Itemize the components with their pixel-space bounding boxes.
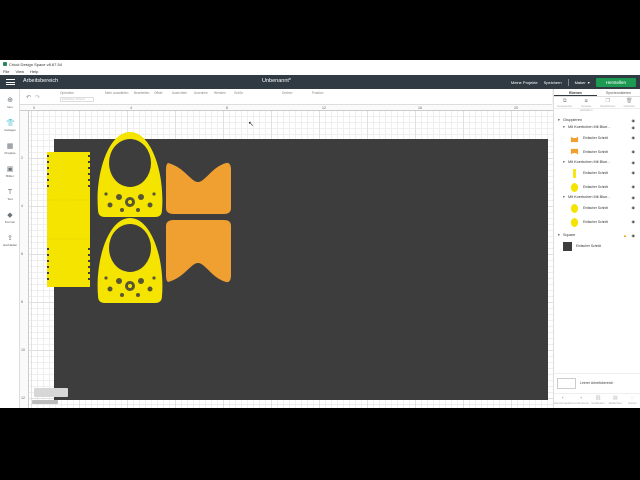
layer-name: Einfacher Schnitt bbox=[576, 244, 601, 248]
handle-shape-bottom[interactable] bbox=[166, 220, 231, 283]
eye-icon[interactable]: ◉ bbox=[632, 117, 636, 124]
layer-actions: ⧉ Gruppieren ⧈ Gruppe aufheben ❐ Dupliziere… bbox=[554, 97, 640, 112]
panel-tabs: Ebenen Synchronisieren bbox=[554, 89, 640, 97]
basket-shape-top[interactable] bbox=[97, 132, 163, 217]
blank-canvas-label: Leerer Arbeitsbereich bbox=[580, 381, 614, 385]
action-label: Verbinden bbox=[591, 401, 605, 405]
attach-button[interactable]: ⛓ Verbinden bbox=[589, 394, 606, 408]
layer-group-row[interactable]: ▾ Mit Koerbchen Mit Blue... ◉ bbox=[554, 159, 640, 166]
action-label: Duplizieren bbox=[600, 104, 616, 108]
horizontal-scrollbar[interactable] bbox=[32, 400, 58, 404]
layer-group-row[interactable]: ▾ Square ▲ ◉ bbox=[554, 232, 640, 239]
eye-icon[interactable]: ◉ bbox=[632, 232, 636, 239]
group-button[interactable]: ⧉ Gruppieren bbox=[554, 97, 576, 108]
layer-thumbnail bbox=[563, 242, 572, 251]
layer-name: Einfacher Schnitt bbox=[583, 136, 608, 140]
layer-thumbnail bbox=[570, 148, 579, 155]
blank-canvas-swatch[interactable] bbox=[557, 378, 576, 389]
tab-layers[interactable]: Ebenen bbox=[554, 89, 597, 96]
design-objects bbox=[47, 132, 231, 303]
layer-thumbnail bbox=[570, 218, 579, 227]
layer-item[interactable]: Einfacher Schnitt ◉ bbox=[554, 145, 640, 159]
layer-list: ▾ Gruppieren ◉ ▾ Mit Koerbchen Mit Blue.… bbox=[554, 117, 640, 253]
combine-button[interactable]: ◑ Kombinieren bbox=[572, 394, 589, 408]
layer-thumbnail bbox=[570, 204, 579, 213]
warning-icon: ▲ bbox=[623, 233, 627, 238]
eye-icon[interactable]: ◉ bbox=[632, 159, 636, 166]
layers-panel: Ebenen Synchronisieren ⧉ Gruppieren ⧈ Grup… bbox=[553, 89, 640, 408]
layer-group-row[interactable]: ▾ Mit Koerbchen Mit Blue... ◉ bbox=[554, 194, 640, 201]
slice-button[interactable]: ◐ Zerschneiden bbox=[554, 394, 572, 408]
eye-icon[interactable]: ◉ bbox=[632, 124, 636, 131]
layer-item[interactable]: Einfacher Schnitt ◉ bbox=[554, 166, 640, 180]
layer-group-row[interactable]: ▾ Gruppieren ◉ bbox=[554, 117, 640, 124]
layer-item[interactable]: Einfacher Schnitt ◉ bbox=[554, 131, 640, 145]
layer-name: Einfacher Schnitt bbox=[583, 206, 608, 210]
flatten-button[interactable]: ▤ Abflachen bbox=[607, 394, 624, 408]
tab-sync[interactable]: Synchronisieren bbox=[597, 89, 640, 96]
delete-button[interactable]: 🗑 Löschen bbox=[619, 97, 640, 108]
layer-item[interactable]: Einfacher Schnitt ◉ bbox=[554, 201, 640, 215]
mouse-cursor-icon: ↖ bbox=[248, 121, 254, 128]
eye-icon[interactable]: ◉ bbox=[632, 194, 636, 201]
action-label: Kombinieren bbox=[572, 401, 590, 405]
layer-name: Einfacher Schnitt bbox=[583, 150, 608, 154]
caret-down-icon[interactable]: ▾ bbox=[563, 124, 565, 131]
layer-thumbnail bbox=[573, 169, 576, 178]
caret-down-icon[interactable]: ▾ bbox=[558, 117, 560, 124]
layer-item[interactable]: Einfacher Schnitt bbox=[554, 239, 640, 253]
layer-name: Einfacher Schnitt bbox=[583, 171, 608, 175]
layer-item[interactable]: Einfacher Schnitt ◉ bbox=[554, 180, 640, 194]
action-label: Kontur bbox=[627, 401, 637, 405]
layer-name: Einfacher Schnitt bbox=[583, 220, 608, 224]
layer-thumbnail bbox=[570, 183, 579, 192]
bottom-actions: ◐ Zerschneiden ◑ Kombinieren ⛓ Verbinden ▤ A… bbox=[554, 393, 640, 408]
eye-icon[interactable]: ◉ bbox=[632, 180, 636, 194]
layer-name: Mit Koerbchen Mit Blue... bbox=[568, 125, 611, 129]
eye-icon[interactable]: ◉ bbox=[632, 166, 636, 180]
action-label: Löschen bbox=[623, 104, 635, 108]
ungroup-button[interactable]: ⧈ Gruppe aufheben bbox=[576, 97, 598, 112]
eye-icon[interactable]: ◉ bbox=[632, 201, 636, 215]
eye-icon[interactable]: ◉ bbox=[632, 145, 636, 159]
blank-canvas-row[interactable]: Leerer Arbeitsbereich bbox=[554, 373, 640, 391]
duplicate-button[interactable]: ❐ Duplizieren bbox=[597, 97, 619, 108]
eye-icon[interactable]: ◉ bbox=[632, 131, 636, 145]
zoom-control[interactable] bbox=[34, 388, 68, 397]
caret-down-icon[interactable]: ▾ bbox=[563, 194, 565, 201]
contour-button[interactable]: ◌ Kontur bbox=[624, 394, 640, 408]
action-label: Zerschneiden bbox=[554, 401, 573, 405]
action-label: Gruppe aufheben bbox=[579, 104, 593, 112]
handle-shape-top[interactable] bbox=[166, 162, 231, 214]
basket-band-shape[interactable] bbox=[47, 152, 90, 287]
caret-down-icon[interactable]: ▾ bbox=[558, 232, 560, 239]
basket-shape-bottom[interactable] bbox=[97, 218, 163, 303]
layer-name: Mit Koerbchen Mit Blue... bbox=[568, 160, 611, 164]
eye-icon[interactable]: ◉ bbox=[632, 215, 636, 229]
layer-name: Mit Koerbchen Mit Blue... bbox=[568, 195, 611, 199]
caret-down-icon[interactable]: ▾ bbox=[563, 159, 565, 166]
layer-name: Gruppieren bbox=[563, 118, 582, 122]
layer-name: Square bbox=[563, 233, 576, 237]
layer-item[interactable]: Einfacher Schnitt ◉ bbox=[554, 215, 640, 229]
layer-name: Einfacher Schnitt bbox=[583, 185, 608, 189]
action-label: Gruppieren bbox=[557, 104, 573, 108]
app-window: Cricut Design Space v8.67.54 File View H… bbox=[0, 60, 640, 408]
layer-group-row[interactable]: ▾ Mit Koerbchen Mit Blue... ◉ bbox=[554, 124, 640, 131]
action-label: Abflachen bbox=[608, 401, 622, 405]
layer-thumbnail bbox=[570, 136, 579, 143]
